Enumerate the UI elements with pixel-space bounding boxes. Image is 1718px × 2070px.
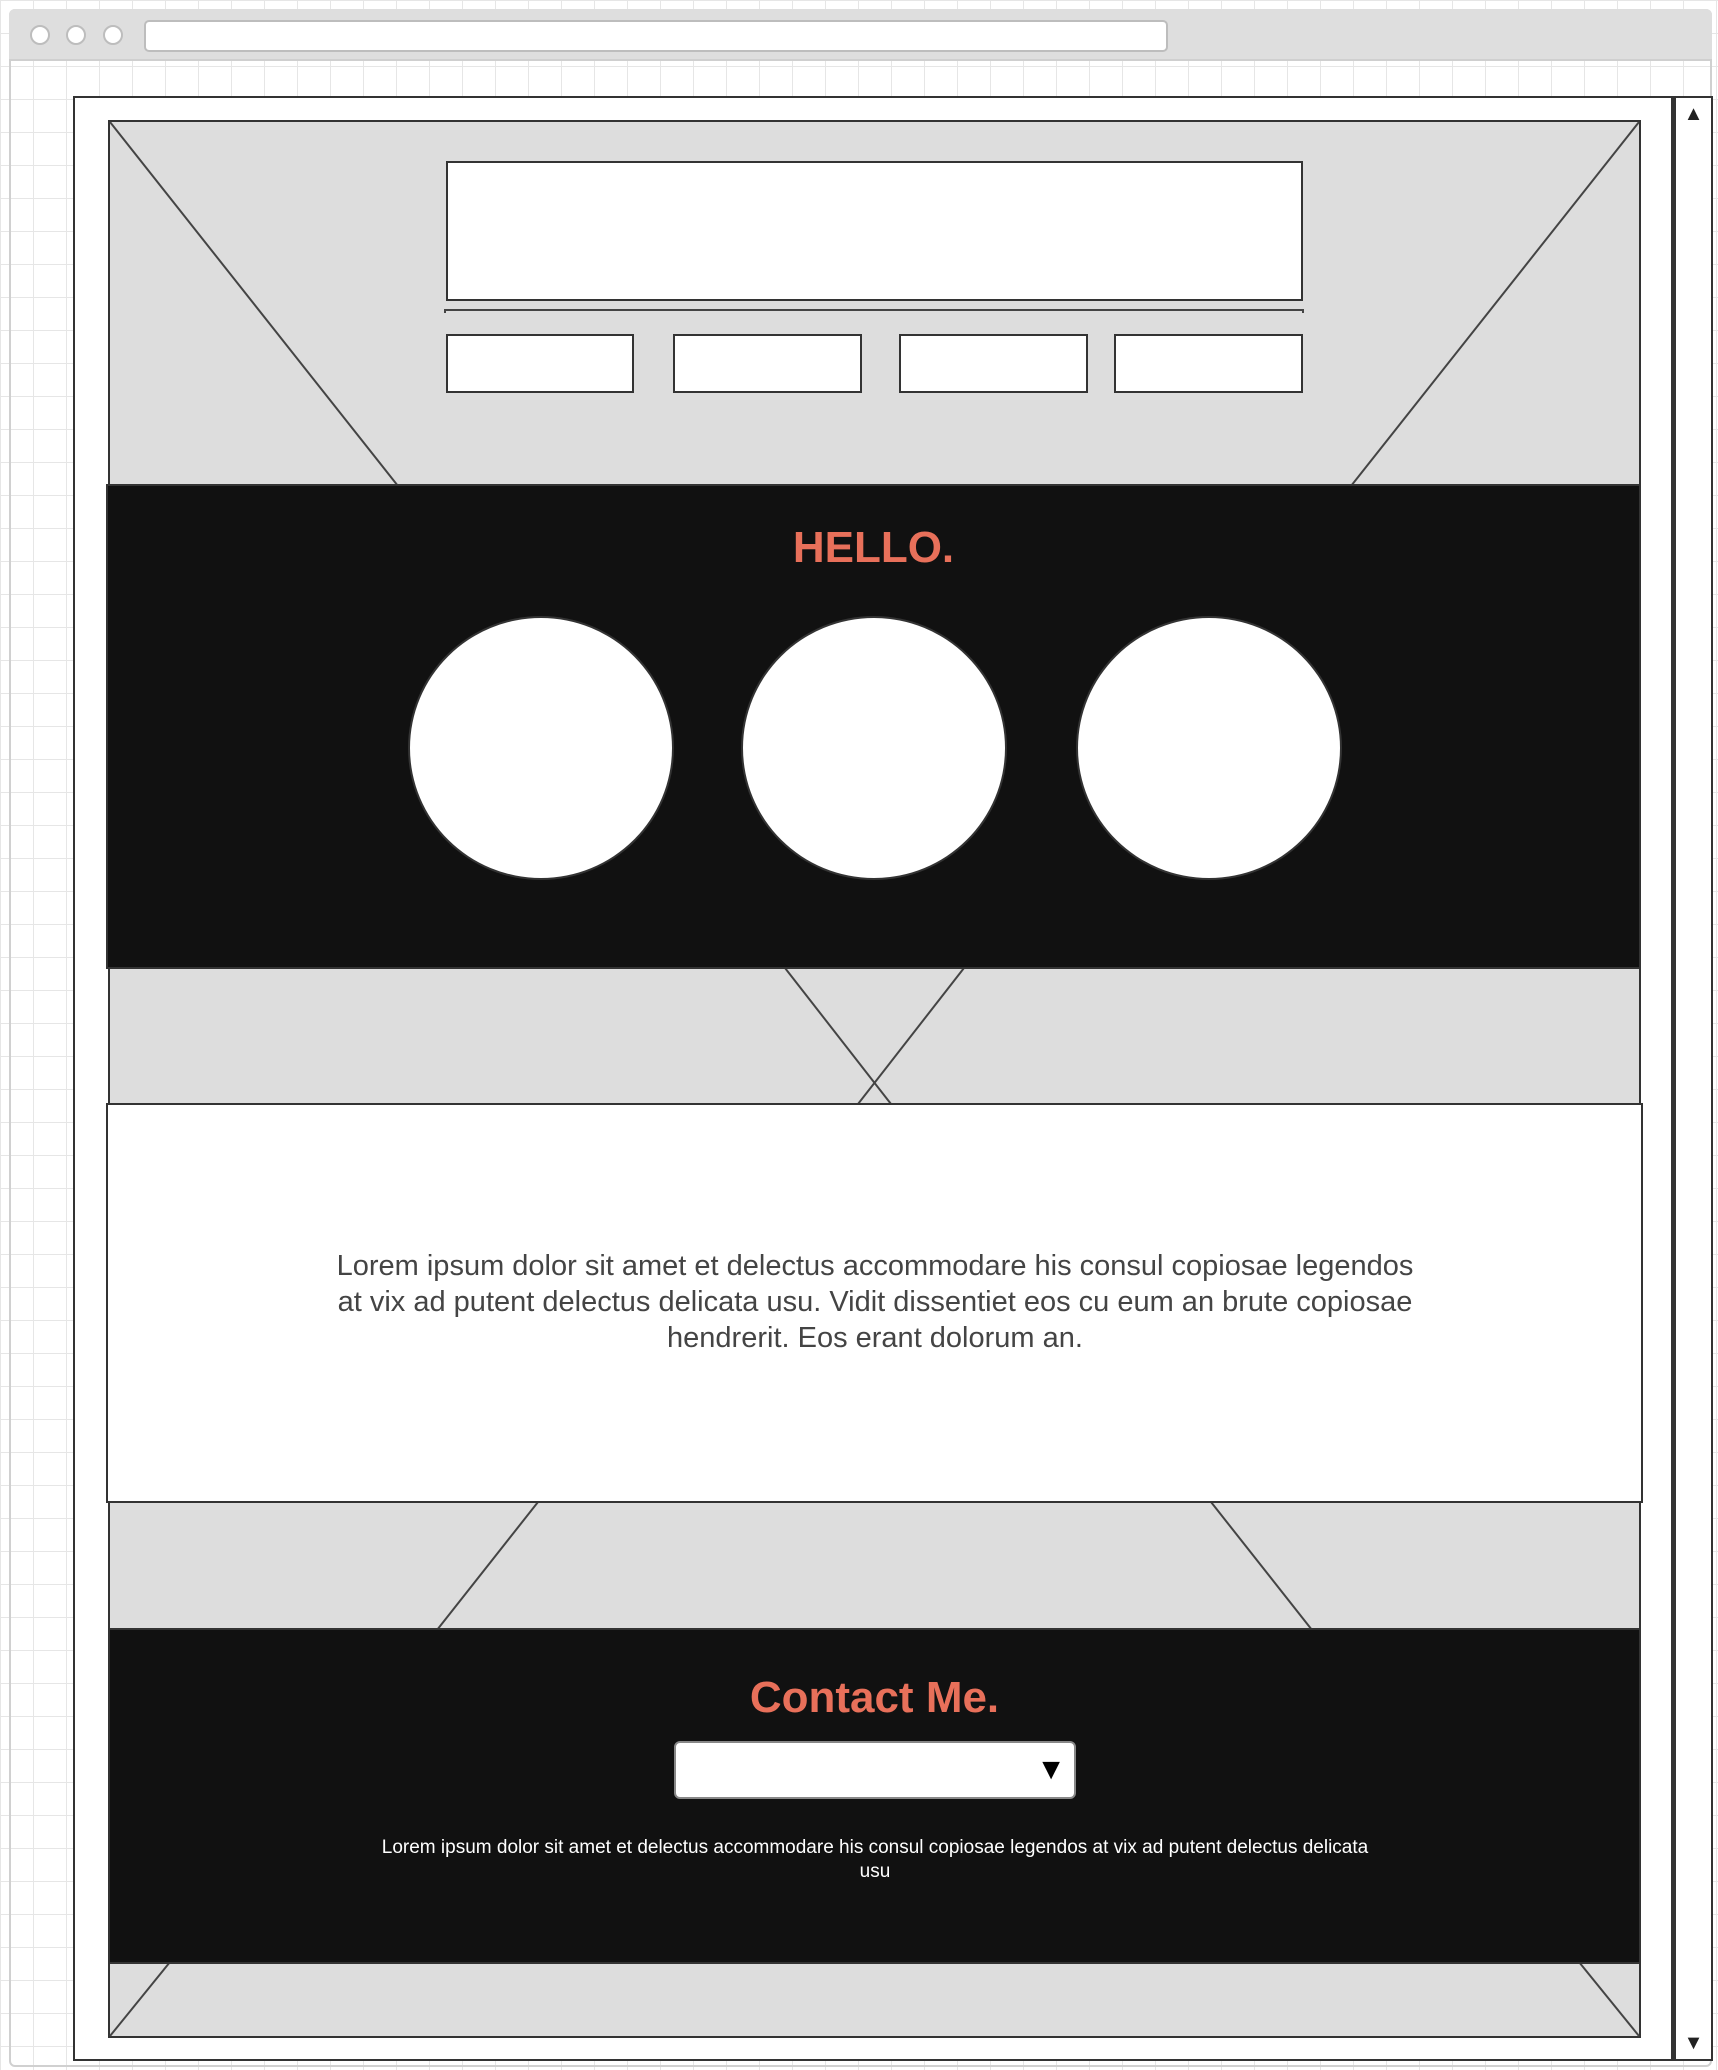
- chevron-down-icon[interactable]: ▼: [1036, 1753, 1066, 1787]
- placeholder-cross-line: [1210, 1501, 1313, 1631]
- contact-text: Lorem ipsum dolor sit amet et delectus a…: [381, 1837, 1369, 1882]
- contact-heading: Contact Me.: [749, 1673, 1000, 1722]
- intro-heading: HELLO.: [792, 523, 955, 572]
- profile-circle-2: [741, 616, 1007, 880]
- placeholder-cross-line: [109, 1961, 171, 2037]
- logo-placeholder: [446, 161, 1303, 301]
- placeholder-cross-line: [436, 1501, 539, 1631]
- profile-circle-1: [408, 616, 674, 880]
- nav-button-4[interactable]: [1114, 334, 1303, 393]
- nav-button-2[interactable]: [673, 334, 862, 393]
- placeholder-cross-line: [857, 967, 965, 1105]
- vertical-scrollbar[interactable]: ▲ ▼: [1673, 96, 1713, 2061]
- nav-button-3[interactable]: [899, 334, 1088, 393]
- profile-circle-3: [1076, 616, 1342, 880]
- about-text: Lorem ipsum dolor sit amet et delectus a…: [336, 1250, 1414, 1354]
- nav-button-1[interactable]: [446, 334, 634, 393]
- placeholder-cross-line: [1578, 1961, 1640, 2037]
- placeholder-cross-line: [109, 121, 399, 487]
- placeholder-cross-line: [1350, 121, 1640, 487]
- scroll-up-icon[interactable]: ▲: [1676, 102, 1711, 126]
- nav-divider: [444, 309, 1304, 313]
- scroll-down-icon[interactable]: ▼: [1676, 2031, 1711, 2055]
- contact-select[interactable]: ▼: [674, 1741, 1076, 1799]
